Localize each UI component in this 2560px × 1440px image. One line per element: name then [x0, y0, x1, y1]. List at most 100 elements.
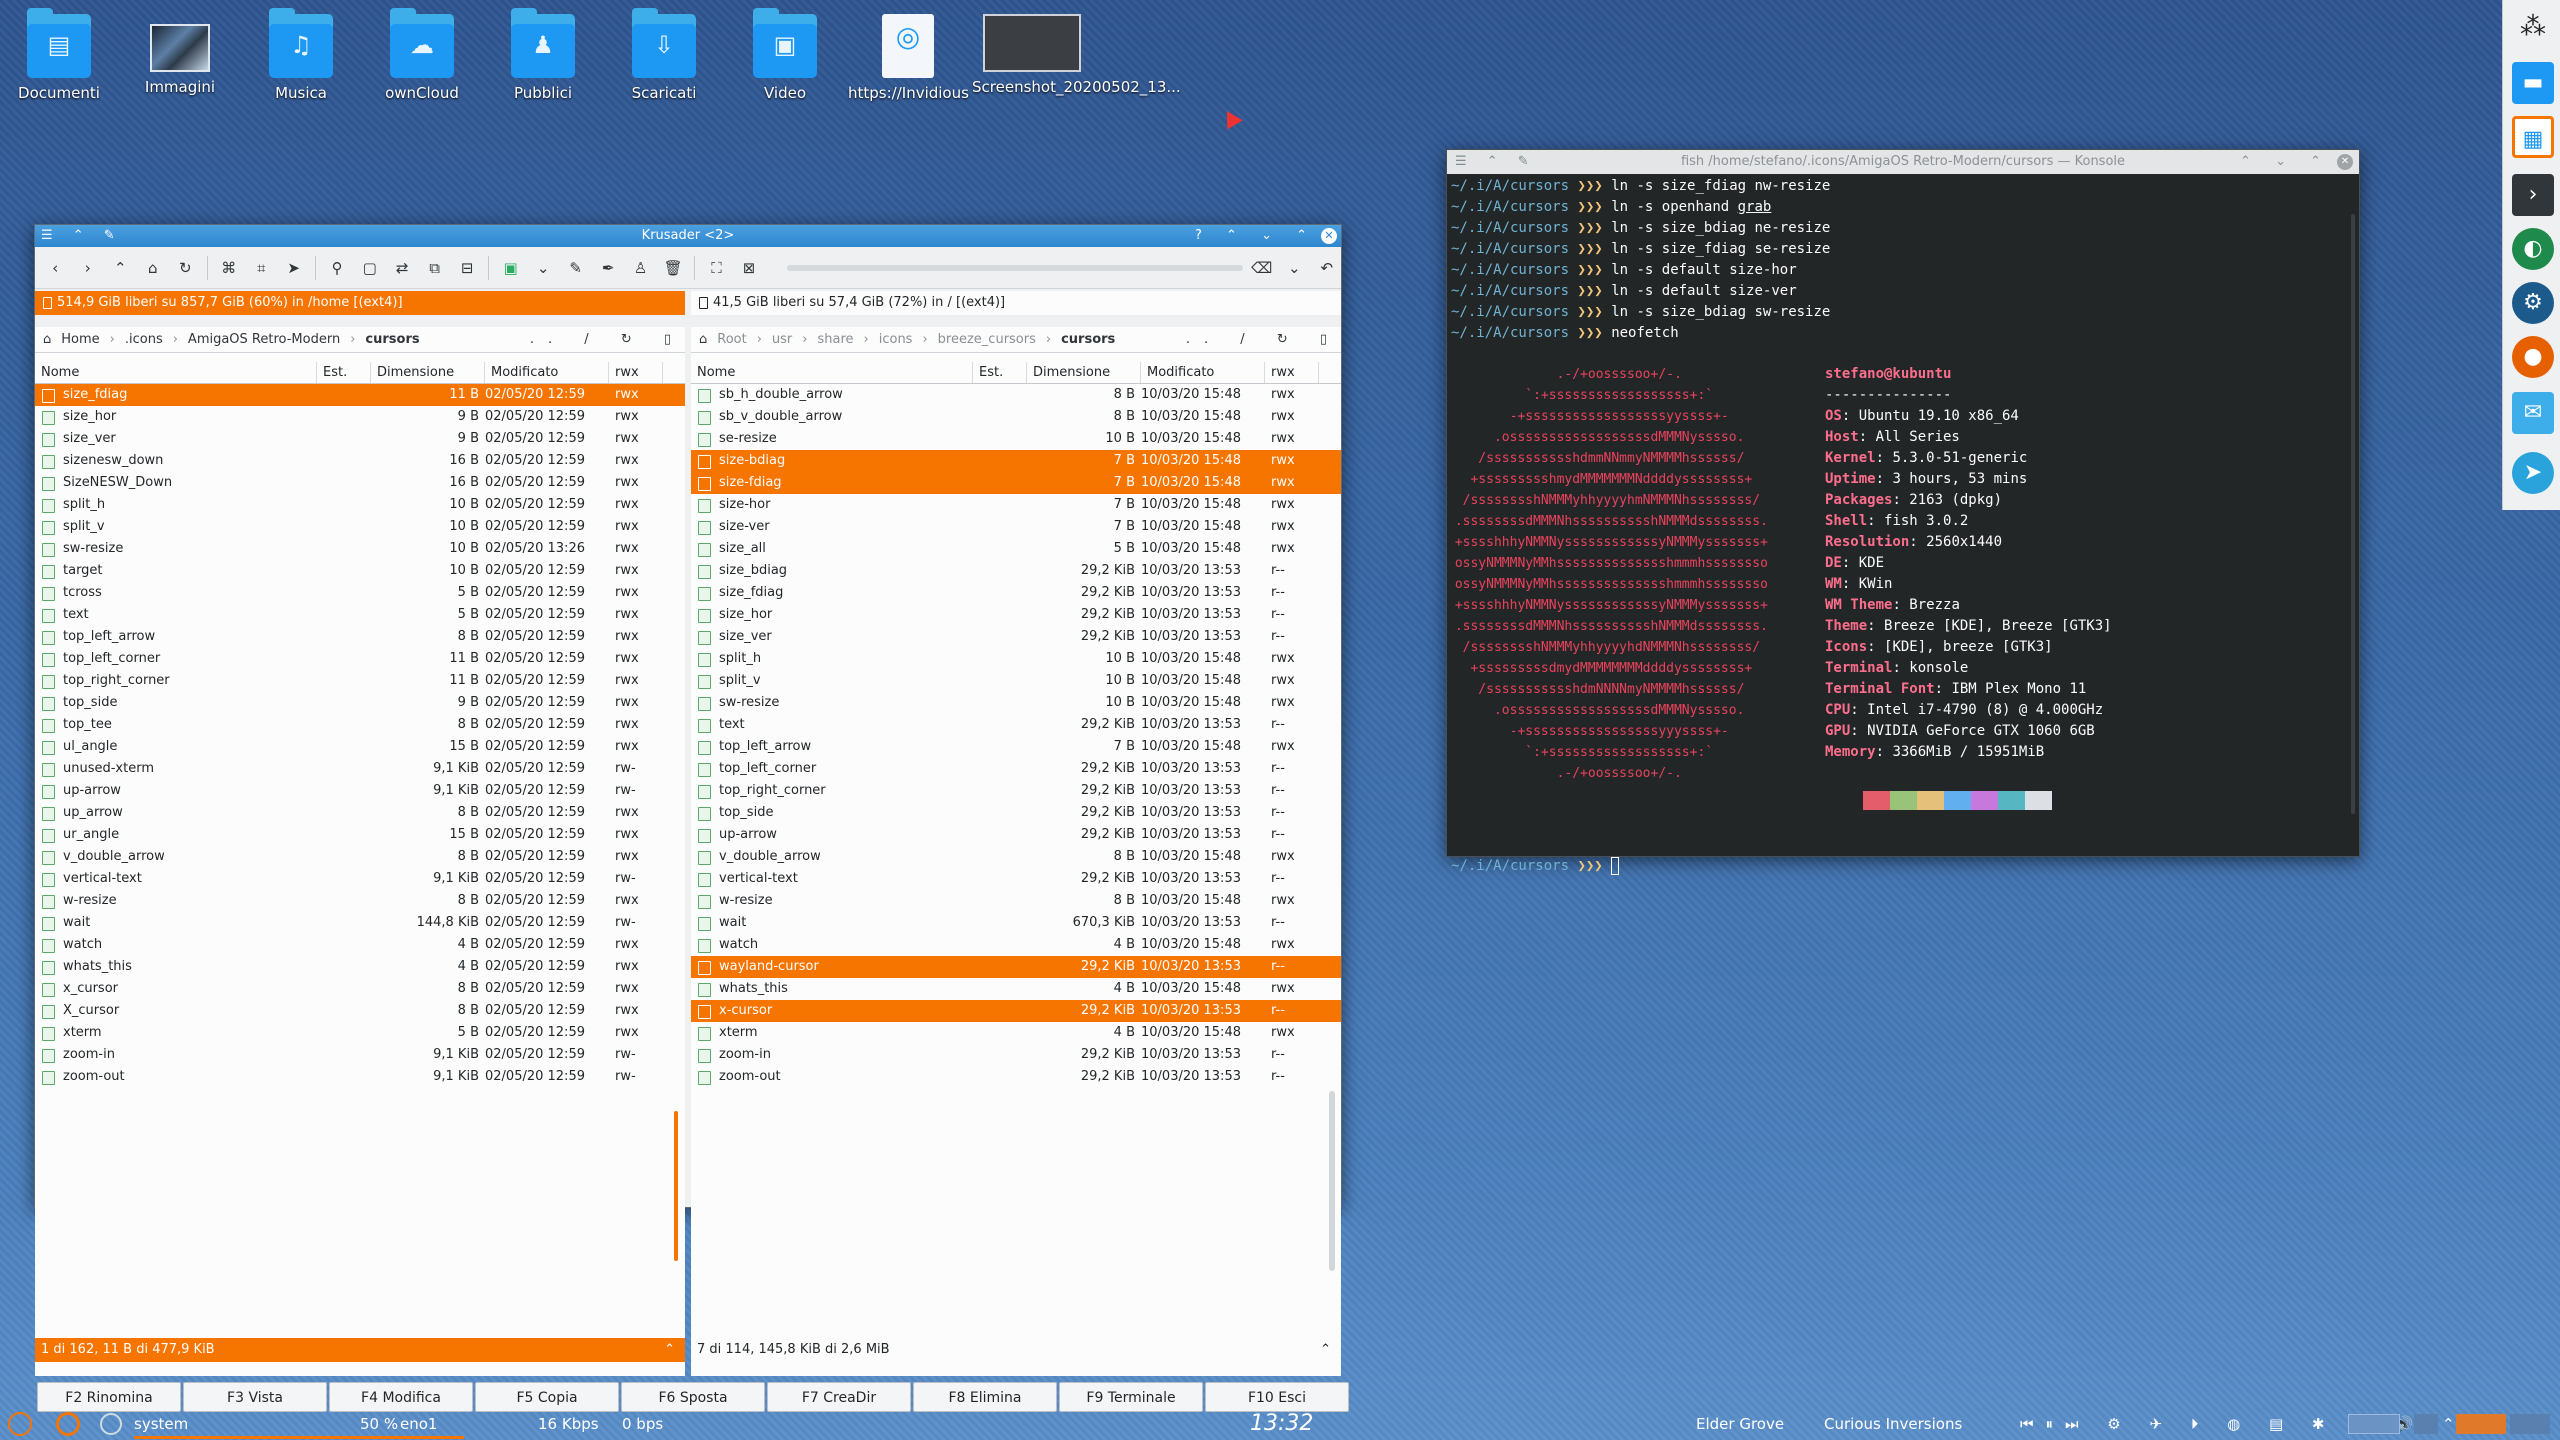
table-row[interactable]: xterm 5 B 02/05/20 12:59 rwx	[35, 1022, 685, 1044]
table-row[interactable]: text 29,2 KiB 10/03/20 13:53 r--	[691, 714, 1341, 736]
unselect-icon[interactable]: ⌗	[247, 253, 276, 283]
breadcrumb-item[interactable]: icons	[879, 327, 913, 352]
chevron-down-icon[interactable]: ⌄	[1280, 253, 1309, 283]
pointer-icon[interactable]: ➤	[279, 253, 308, 283]
desktop-icon[interactable]: ◎ https://Invidious	[848, 14, 969, 102]
table-row[interactable]: size-ver 7 B 10/03/20 15:48 rwx	[691, 516, 1341, 538]
new-file-icon[interactable]: ▢	[355, 253, 384, 283]
activity-2[interactable]: Curious Inversions	[1824, 1408, 1962, 1440]
column-header[interactable]: Nome Est. Dimensione Modificato rwx	[35, 362, 685, 384]
kde-connect-icon[interactable]: ⁂	[2512, 6, 2554, 48]
window-buttons[interactable]: ⌃ ⌄ ⌃	[2240, 150, 2331, 174]
forward-icon[interactable]: ›	[74, 253, 103, 283]
current-prompt[interactable]: ~/.i/A/cursors ❯❯❯	[1451, 856, 1620, 877]
col-modified[interactable]: Modificato	[485, 362, 609, 383]
table-row[interactable]: zoom-out 9,1 KiB 02/05/20 12:59 rw-	[35, 1066, 685, 1088]
breadcrumb[interactable]: ⌂ Home › .icons › AmigaOS Retro-Modern › cursor…	[35, 327, 685, 353]
konsole-icon[interactable]: ›	[2512, 174, 2554, 216]
pager[interactable]	[2348, 1414, 2400, 1434]
inbox-icon[interactable]: ✉	[2512, 392, 2554, 434]
window-menu-icon[interactable]: ☰ ⌃ ✎	[41, 225, 123, 247]
table-row[interactable]: whats_this 4 B 02/05/20 12:59 rwx	[35, 956, 685, 978]
table-row[interactable]: watch 4 B 10/03/20 15:48 rwx	[691, 934, 1341, 956]
krusader-icon[interactable]: ▦	[2512, 116, 2554, 158]
desktop-icon[interactable]: ♟ Pubblici	[483, 8, 603, 102]
steam-icon[interactable]: ⚙	[2512, 282, 2554, 324]
table-row[interactable]: size-bdiag 7 B 10/03/20 15:48 rwx	[691, 450, 1341, 472]
pager-2[interactable]	[2414, 1414, 2438, 1434]
table-row[interactable]: sizenesw_down 16 B 02/05/20 12:59 rwx	[35, 450, 685, 472]
ring-icon[interactable]	[56, 1412, 80, 1436]
table-row[interactable]: size_hor 9 B 02/05/20 12:59 rwx	[35, 406, 685, 428]
app-green-icon[interactable]: ◐	[2512, 228, 2554, 270]
table-row[interactable]: sb_v_double_arrow 8 B 10/03/20 15:48 rwx	[691, 406, 1341, 428]
table-row[interactable]: split_v 10 B 10/03/20 15:48 rwx	[691, 670, 1341, 692]
breadcrumb-item[interactable]: cursors	[1061, 327, 1115, 352]
col-name[interactable]: Nome	[35, 362, 317, 383]
swap-panels-icon[interactable]: ⇄	[388, 253, 417, 283]
table-row[interactable]: size_fdiag 29,2 KiB 10/03/20 13:53 r--	[691, 582, 1341, 604]
table-row[interactable]: size-fdiag 7 B 10/03/20 15:48 rwx	[691, 472, 1341, 494]
breadcrumb-item[interactable]: .icons	[125, 327, 163, 352]
activity-1[interactable]: Elder Grove	[1696, 1408, 1784, 1440]
table-row[interactable]: split_h 10 B 02/05/20 12:59 rwx	[35, 494, 685, 516]
table-row[interactable]: top_right_corner 11 B 02/05/20 12:59 rwx	[35, 670, 685, 692]
breadcrumb-item[interactable]: cursors	[365, 327, 419, 352]
table-row[interactable]: tcross 5 B 02/05/20 12:59 rwx	[35, 582, 685, 604]
col-size[interactable]: Dimensione	[371, 362, 485, 383]
table-row[interactable]: x_cursor 8 B 02/05/20 12:59 rwx	[35, 978, 685, 1000]
table-row[interactable]: vertical-text 9,1 KiB 02/05/20 12:59 rw-	[35, 868, 685, 890]
col-perm[interactable]: rwx	[1265, 362, 1319, 383]
scrollbar[interactable]	[2351, 214, 2355, 814]
table-row[interactable]: text 5 B 02/05/20 12:59 rwx	[35, 604, 685, 626]
table-row[interactable]: ur_angle 15 B 02/05/20 12:59 rwx	[35, 824, 685, 846]
table-row[interactable]: size_ver 29,2 KiB 10/03/20 13:53 r--	[691, 626, 1341, 648]
fullscreen-icon[interactable]: ⛶	[702, 253, 731, 283]
select-icon[interactable]: ⌘	[214, 253, 243, 283]
edit-icon[interactable]: ✎	[561, 253, 590, 283]
table-row[interactable]: top_right_corner 29,2 KiB 10/03/20 13:53 r-…	[691, 780, 1341, 802]
table-row[interactable]: zoom-in 9,1 KiB 02/05/20 12:59 rw-	[35, 1044, 685, 1066]
home-icon[interactable]: ⌂	[699, 327, 707, 352]
circle-icon[interactable]	[100, 1413, 122, 1435]
table-row[interactable]: zoom-in 29,2 KiB 10/03/20 13:53 r--	[691, 1044, 1341, 1066]
pager-4[interactable]	[2510, 1414, 2550, 1434]
krusader-titlebar[interactable]: ☰ ⌃ ✎ Krusader <2> ? ⌃ ⌄ ⌃ ✕	[35, 225, 1341, 247]
breadcrumb-item[interactable]: Home	[61, 327, 99, 352]
col-name[interactable]: Nome	[691, 362, 973, 383]
table-row[interactable]: top_tee 8 B 02/05/20 12:59 rwx	[35, 714, 685, 736]
table-row[interactable]: top_left_corner 11 B 02/05/20 12:59 rwx	[35, 648, 685, 670]
chevron-down-icon[interactable]: ⌄	[529, 253, 558, 283]
split-icon[interactable]: ⊠	[735, 253, 764, 283]
table-row[interactable]: x-cursor 29,2 KiB 10/03/20 13:53 r--	[691, 1000, 1341, 1022]
table-row[interactable]: sw-resize 10 B 10/03/20 15:48 rwx	[691, 692, 1341, 714]
col-modified[interactable]: Modificato	[1141, 362, 1265, 383]
breadcrumb-item[interactable]: usr	[772, 327, 792, 352]
table-row[interactable]: whats_this 4 B 10/03/20 15:48 rwx	[691, 978, 1341, 1000]
table-row[interactable]: up-arrow 9,1 KiB 02/05/20 12:59 rw-	[35, 780, 685, 802]
col-size[interactable]: Dimensione	[1027, 362, 1141, 383]
pager-3[interactable]	[2456, 1414, 2506, 1434]
table-row[interactable]: w-resize 8 B 02/05/20 12:59 rwx	[35, 890, 685, 912]
breadcrumb-actions[interactable]: .. / ↻ ▯	[1186, 327, 1341, 352]
table-row[interactable]: wait 144,8 KiB 02/05/20 12:59 rw-	[35, 912, 685, 934]
terminal-output[interactable]: ~/.i/A/cursors ❯❯❯ ln -s size_fdiag nw-r…	[1447, 174, 2359, 875]
table-row[interactable]: watch 4 B 02/05/20 12:59 rwx	[35, 934, 685, 956]
desktop-icon[interactable]: Immagini	[120, 14, 240, 96]
chevron-up-icon[interactable]: ⌃	[664, 1338, 675, 1362]
table-row[interactable]: top_side 9 B 02/05/20 12:59 rwx	[35, 692, 685, 714]
copy-panel-icon[interactable]: ⧉	[420, 253, 449, 283]
scrollbar[interactable]	[1329, 1091, 1335, 1271]
breadcrumb-item[interactable]: share	[817, 327, 853, 352]
window-menu-icon[interactable]: ☰ ⌃ ✎	[1455, 150, 1537, 174]
search-icon[interactable]: ⚲	[323, 253, 352, 283]
desktop-icon[interactable]: ☁ ownCloud	[362, 8, 482, 102]
table-row[interactable]: size_fdiag 11 B 02/05/20 12:59 rwx	[35, 384, 685, 406]
file-manager-icon[interactable]: ▬	[2512, 62, 2554, 104]
desktop-icon[interactable]: ⇩ Scaricati	[604, 8, 724, 102]
table-row[interactable]: up_arrow 8 B 02/05/20 12:59 rwx	[35, 802, 685, 824]
table-row[interactable]: target 10 B 02/05/20 12:59 rwx	[35, 560, 685, 582]
table-row[interactable]: xterm 4 B 10/03/20 15:48 rwx	[691, 1022, 1341, 1044]
breadcrumb-actions[interactable]: .. / ↻ ▯	[530, 327, 685, 352]
table-row[interactable]: top_left_arrow 7 B 10/03/20 15:48 rwx	[691, 736, 1341, 758]
